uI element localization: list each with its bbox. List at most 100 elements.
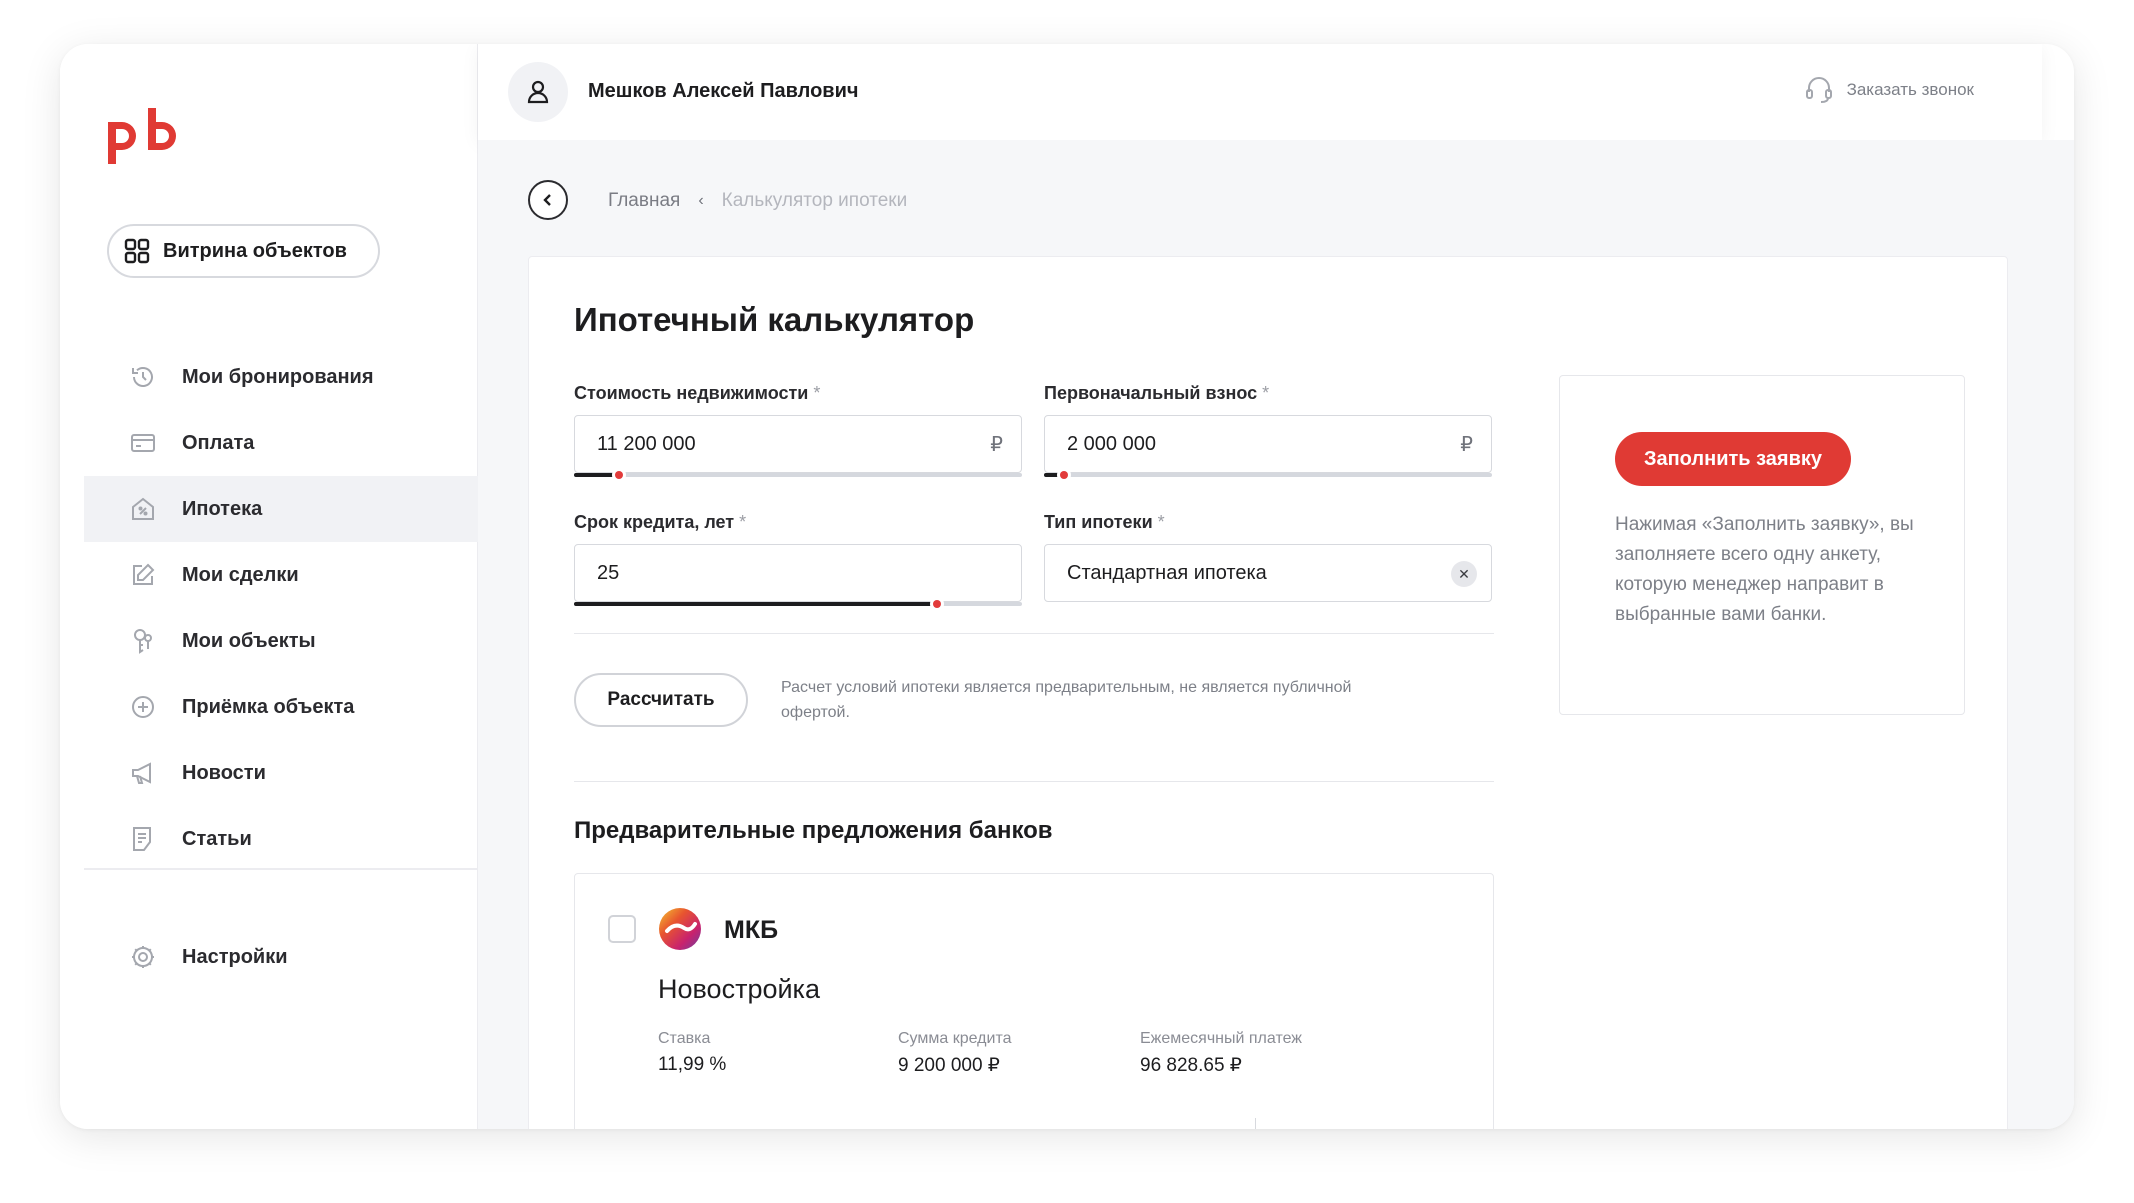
article-icon [133,827,151,851]
user-name[interactable]: Мешков Алексей Павлович [588,80,859,103]
breadcrumb-current: Калькулятор ипотеки [721,190,908,211]
term-label-text: Срок кредита, лет [574,512,735,532]
term-input[interactable]: 25 [574,544,1022,602]
down-payment-label: Первоначальный взнос * [1044,383,1269,404]
price-slider-thumb[interactable] [612,468,626,482]
sidebar-item-label: Ипотека [182,497,263,520]
sidebar-item-acceptance[interactable]: Приёмка объекта [84,674,478,740]
down-payment-input[interactable]: 2 000 000 ₽ [1044,415,1492,473]
user-icon [527,80,549,104]
offer-card: МКБ Новостройка Ставка 11,99 % Сумма кре… [574,873,1494,1129]
ruble-icon: ₽ [1460,434,1473,456]
sidebar-item-label: Оплата [182,431,255,454]
chevron-left-icon [543,194,551,206]
term-slider-fill [574,602,937,606]
sidebar-nav: Мои бронирования Оплата Ипотека Мои сдел… [84,344,478,872]
divider [574,781,1494,782]
sidebar-item-label: Новости [182,761,266,784]
term-slider-thumb[interactable] [930,597,944,611]
down-payment-value: 2 000 000 [1067,432,1156,455]
calculator-panel: Ипотечный калькулятор Стоимость недвижим… [528,256,2008,1129]
required-mark: * [739,512,747,532]
divider [1255,1118,1256,1129]
payment-label: Ежемесячный платеж [1140,1030,1303,1047]
down-payment-label-text: Первоначальный взнос [1044,383,1258,403]
headset-icon [1805,77,1832,103]
price-label-text: Стоимость недвижимости [574,383,809,403]
required-mark: * [813,383,821,403]
program-name: Новостройка [658,974,820,1004]
offers-title: Предварительные предложения банков [574,817,1053,844]
rate-label: Ставка [658,1030,711,1047]
apply-box: Заполнить заявку Нажимая «Заполнить заяв… [1559,375,1965,715]
rate-value: 11,99 % [658,1054,727,1075]
megaphone-icon [132,762,151,784]
sidebar-item-label: Мои объекты [182,629,316,652]
mortgage-type-label-text: Тип ипотеки [1044,512,1153,532]
brand-logo[interactable] [104,106,186,168]
callback-label: Заказать звонок [1846,80,1974,99]
divider [574,633,1494,634]
chevron-left-icon: ‹ [698,192,704,209]
required-mark: * [1157,512,1165,532]
top-header: Мешков Алексей Павлович Заказать звонок [478,44,2042,140]
bank-name: МКБ [724,916,779,944]
sidebar-item-label: Приёмка объекта [182,695,355,718]
ruble-icon: ₽ [990,434,1003,456]
sidebar-item-mortgage[interactable]: Ипотека [84,476,478,542]
mortgage-house-icon [132,497,154,520]
breadcrumb: Главная ‹ Калькулятор ипотеки [608,190,907,212]
sidebar-item-news[interactable]: Новости [84,740,478,806]
apply-button[interactable]: Заполнить заявку [1615,432,1851,486]
price-slider[interactable] [574,468,1022,482]
term-label: Срок кредита, лет * [574,512,746,533]
sidebar-item-payment[interactable]: Оплата [84,410,478,476]
close-icon[interactable]: ✕ [1451,561,1477,587]
sidebar-item-articles[interactable]: Статьи [84,806,478,872]
avatar[interactable] [508,62,568,122]
sidebar-item-label: Мои бронирования [182,365,374,388]
price-value: 11 200 000 [597,432,696,455]
down-payment-slider[interactable] [1044,468,1492,482]
edit-icon [133,563,155,585]
term-slider[interactable] [574,597,1022,611]
sidebar-item-bookings[interactable]: Мои бронирования [84,344,478,410]
down-payment-slider-thumb[interactable] [1057,468,1071,482]
calculate-button[interactable]: Рассчитать [574,673,748,727]
keys-icon [134,629,152,654]
plus-circle-icon [132,696,154,718]
sidebar-item-settings[interactable]: Настройки [84,924,478,990]
mortgage-type-select[interactable]: Стандартная ипотека ✕ [1044,544,1492,602]
bank-logo-icon [659,908,701,950]
disclaimer-text: Расчет условий ипотеки является предвари… [781,679,1352,721]
grid-icon [124,238,150,264]
apply-description: Нажимая «Заполнить заявку», вы заполняет… [1615,514,1914,625]
back-button[interactable] [528,180,568,220]
sidebar-item-label: Мои сделки [182,563,299,586]
app-window: Витрина объектов Мои бронирования Оплата… [60,44,2074,1129]
term-value: 25 [597,561,620,584]
sidebar-item-deals[interactable]: Мои сделки [84,542,478,608]
card-icon [131,434,155,452]
showcase-button[interactable]: Витрина объектов [107,224,380,278]
mortgage-type-label: Тип ипотеки * [1044,512,1165,533]
page-title: Ипотечный калькулятор [574,301,975,338]
sidebar-divider [84,868,478,870]
main-content: Главная ‹ Калькулятор ипотеки Ипотечный … [478,140,2074,1129]
price-input[interactable]: 11 200 000 ₽ [574,415,1022,473]
sidebar-item-label: Статьи [182,827,252,850]
required-mark: * [1262,383,1270,403]
amount-label: Сумма кредита [898,1030,1012,1047]
showcase-label: Витрина объектов [163,239,347,262]
history-icon [132,367,153,387]
mortgage-type-value: Стандартная ипотека [1067,561,1267,584]
offer-checkbox[interactable] [608,915,636,943]
breadcrumb-home[interactable]: Главная [608,190,680,212]
amount-value: 9 200 000 ₽ [898,1055,1000,1076]
sidebar-item-objects[interactable]: Мои объекты [84,608,478,674]
callback-button[interactable]: Заказать звонок [1801,72,1974,108]
payment-value: 96 828.65 ₽ [1140,1055,1242,1076]
price-label: Стоимость недвижимости * [574,383,820,404]
gear-icon [132,946,154,968]
sidebar: Витрина объектов Мои бронирования Оплата… [60,44,478,1129]
